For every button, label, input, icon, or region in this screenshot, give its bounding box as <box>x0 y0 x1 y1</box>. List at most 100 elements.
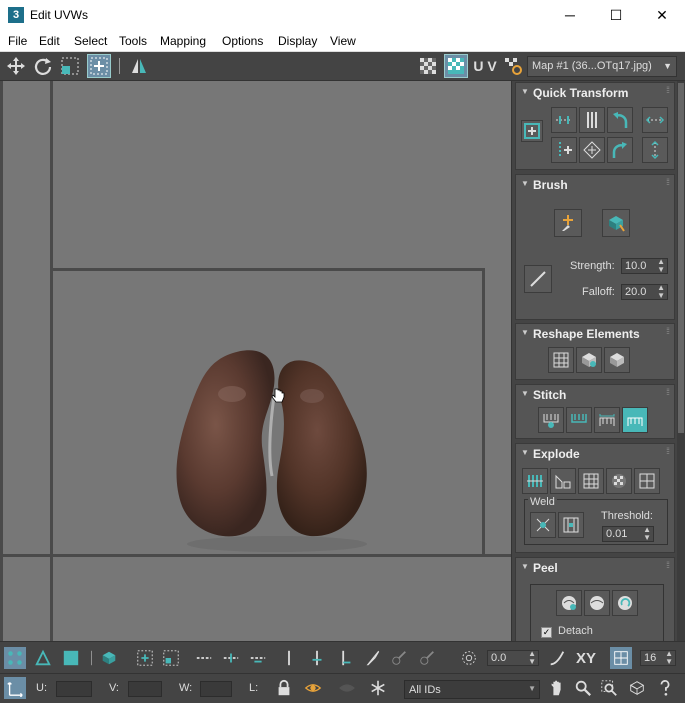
v-field[interactable] <box>128 681 162 697</box>
help-icon[interactable] <box>654 677 676 699</box>
spinner-arrows-icon[interactable]: ▲ ▼ <box>657 284 665 300</box>
relax-settings-icon[interactable] <box>604 347 630 373</box>
zoom-icon[interactable] <box>572 677 594 699</box>
align-vertical-icon[interactable] <box>579 107 605 133</box>
w-field[interactable] <box>200 681 232 697</box>
space-vertical-icon[interactable] <box>642 137 668 163</box>
xy-space-toggle[interactable]: XY <box>572 647 600 669</box>
map-settings-icon[interactable] <box>501 54 525 78</box>
soft-selection-icon[interactable] <box>458 647 480 669</box>
menu-options[interactable]: Options <box>222 34 263 48</box>
loop-icon[interactable] <box>193 647 215 669</box>
spinner-arrows-icon[interactable]: ▲ ▼ <box>657 258 665 274</box>
detach-checkbox[interactable]: ✓ <box>541 627 552 638</box>
grow-selection-icon[interactable] <box>134 647 156 669</box>
enlarge-brush-icon[interactable] <box>388 647 410 669</box>
absolute-offset-icon[interactable] <box>4 677 26 699</box>
peel-header[interactable]: ▼ Peel ⁞⁞ <box>516 558 674 578</box>
align-horizontal-icon[interactable] <box>551 107 577 133</box>
lock-icon[interactable] <box>273 677 295 699</box>
hide-icon[interactable] <box>302 677 324 699</box>
spinner-arrows-icon[interactable]: ▲ ▼ <box>643 526 651 542</box>
uv-toggle[interactable]: U V <box>470 54 500 78</box>
edge-select-icon[interactable] <box>32 647 54 669</box>
element-select-icon[interactable] <box>98 647 120 669</box>
scale-icon[interactable] <box>58 54 82 78</box>
polygon-select-icon[interactable] <box>60 647 82 669</box>
menu-file[interactable]: File <box>8 34 27 48</box>
stitch-target-icon[interactable] <box>622 407 648 433</box>
menu-display[interactable]: Display <box>278 34 317 48</box>
falloff-type-icon[interactable] <box>546 647 568 669</box>
set-pivot-icon[interactable] <box>521 120 543 142</box>
show-icon[interactable] <box>336 677 358 699</box>
u-field[interactable] <box>56 681 92 697</box>
paint-move-icon[interactable] <box>554 209 582 237</box>
space-horizontal-icon[interactable] <box>642 107 668 133</box>
stitch-source-icon[interactable] <box>566 407 592 433</box>
pan-hand-icon[interactable] <box>546 677 568 699</box>
break-icon[interactable] <box>522 468 548 494</box>
align-to-edge-icon[interactable] <box>551 137 577 163</box>
checker-pattern-icon[interactable] <box>416 54 440 78</box>
menu-select[interactable]: Select <box>74 34 107 48</box>
grow-ring-icon[interactable] <box>306 647 328 669</box>
weld-target-icon[interactable] <box>558 512 584 538</box>
spinner-arrows-icon[interactable]: ▲ ▼ <box>528 650 536 666</box>
shrink-brush-icon[interactable] <box>416 647 438 669</box>
menu-tools[interactable]: Tools <box>119 34 147 48</box>
mirror-icon[interactable] <box>127 54 151 78</box>
falloff-spinner[interactable]: 20.0 ▲ ▼ <box>621 284 668 300</box>
quick-transform-header[interactable]: ▼ Quick Transform ⁞⁞ <box>516 83 674 103</box>
explode-header[interactable]: ▼ Explode ⁞⁞ <box>516 444 674 464</box>
detach-edge-verts-icon[interactable] <box>550 468 576 494</box>
flatten-by-material-id-icon[interactable] <box>634 468 660 494</box>
peel-mode-icon[interactable] <box>584 590 610 616</box>
panel-scrollbar[interactable] <box>677 81 685 641</box>
relax-icon[interactable] <box>576 347 602 373</box>
brush-header[interactable]: ▼ Brush ⁞⁞ <box>516 175 674 195</box>
rotation-spinner[interactable]: 0.0 ▲ ▼ <box>487 650 539 666</box>
threshold-spinner[interactable]: 0.01 ▲ ▼ <box>602 526 654 542</box>
menu-edit[interactable]: Edit <box>39 34 60 48</box>
align-grid-icon[interactable] <box>579 137 605 163</box>
grid-size-spinner[interactable]: 16 ▲ ▼ <box>640 650 676 666</box>
shrink-loop-icon[interactable] <box>247 647 269 669</box>
stitch-average-icon[interactable] <box>594 407 620 433</box>
vertex-select-icon[interactable] <box>4 647 26 669</box>
rotate-ccw-icon[interactable] <box>607 107 633 133</box>
close-button[interactable]: ✕ <box>639 0 685 31</box>
paint-select-icon[interactable] <box>361 647 383 669</box>
freeform-mode-icon[interactable] <box>87 54 111 78</box>
map-dropdown[interactable]: Map #1 (36...OTq17.jpg) ▼ <box>527 56 677 77</box>
falloff-curve-icon[interactable] <box>524 265 552 293</box>
freeze-icon[interactable] <box>367 677 389 699</box>
menu-view[interactable]: View <box>330 34 356 48</box>
grow-loop-icon[interactable] <box>220 647 242 669</box>
spinner-arrows-icon[interactable]: ▲ ▼ <box>665 650 673 666</box>
flatten-by-smoothing-group-icon[interactable] <box>606 468 632 494</box>
reshape-elements-header[interactable]: ▼ Reshape Elements ⁞⁞ <box>516 324 674 344</box>
maximize-button[interactable]: ☐ <box>593 0 639 31</box>
zoom-region-icon[interactable] <box>598 677 620 699</box>
stitch-custom-icon[interactable] <box>538 407 564 433</box>
flatten-by-polygon-angle-icon[interactable] <box>578 468 604 494</box>
reset-peel-icon[interactable] <box>612 590 638 616</box>
relax-brush-icon[interactable] <box>602 209 630 237</box>
show-map-icon[interactable] <box>444 54 468 78</box>
scrollbar-thumb[interactable] <box>678 83 684 433</box>
rotate-cw-icon[interactable] <box>607 137 633 163</box>
menu-mapping[interactable]: Mapping <box>160 34 206 48</box>
snap-grid-icon[interactable] <box>610 647 632 669</box>
straighten-selection-icon[interactable] <box>548 347 574 373</box>
move-icon[interactable] <box>4 54 28 78</box>
material-id-dropdown[interactable]: All IDs ▼ <box>404 680 540 699</box>
rotate-icon[interactable] <box>31 54 55 78</box>
zoom-extents-icon[interactable] <box>626 677 648 699</box>
weld-selected-icon[interactable] <box>530 512 556 538</box>
stitch-header[interactable]: ▼ Stitch ⁞⁞ <box>516 385 674 405</box>
uv-editor-viewport[interactable] <box>0 81 511 641</box>
shrink-selection-icon[interactable] <box>160 647 182 669</box>
quick-peel-icon[interactable] <box>556 590 582 616</box>
strength-spinner[interactable]: 10.0 ▲ ▼ <box>621 258 668 274</box>
